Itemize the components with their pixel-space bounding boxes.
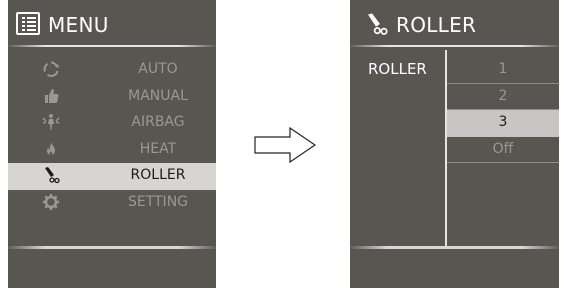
menu-item-label: HEAT [139,140,177,157]
roller-screen: ROLLER ROLLER 1 2 3 Off [350,0,559,288]
menu-list-icon [16,12,40,35]
airbag-person-icon [42,114,60,130]
roller-icon [368,13,388,35]
roller-title: ROLLER [396,13,477,37]
menu-item-roller[interactable]: ROLLER [8,163,216,190]
roller-options: 1 2 3 Off [447,57,559,163]
roller-option-off[interactable]: Off [447,137,559,163]
menu-screen: MENU AUTO MANUAL AIRBAG HEAT ROLLER SETT… [8,0,216,288]
menu-item-label: SETTING [127,193,189,210]
menu-header: MENU [8,0,216,44]
menu-list: AUTO MANUAL AIRBAG HEAT ROLLER SETTING [8,57,216,216]
roller-section-label: ROLLER [368,60,427,78]
roller-header: ROLLER [350,0,559,44]
footer-divider [8,246,216,249]
menu-item-label: AUTO [138,61,178,77]
roller-icon [45,167,60,184]
menu-item-label: AIRBAG [131,114,185,130]
menu-item-airbag[interactable]: AIRBAG [8,110,216,137]
footer-divider [350,246,559,249]
roller-option-2[interactable]: 2 [447,84,559,110]
menu-item-setting[interactable]: SETTING [8,190,216,217]
thumb-up-icon [45,88,59,103]
flame-icon [47,141,55,155]
header-divider [8,45,216,47]
arrow-right-icon [254,127,316,163]
menu-item-label: MANUAL [128,87,188,104]
roller-option-3[interactable]: 3 [447,110,559,137]
menu-item-auto[interactable]: AUTO [8,57,216,84]
header-divider [350,45,559,47]
auto-cycle-icon [43,61,59,77]
menu-item-label: ROLLER [130,167,186,183]
menu-item-heat[interactable]: HEAT [8,137,216,164]
menu-title: MENU [48,13,109,37]
gear-icon [43,193,59,210]
roller-option-1[interactable]: 1 [447,57,559,84]
menu-item-manual[interactable]: MANUAL [8,84,216,111]
